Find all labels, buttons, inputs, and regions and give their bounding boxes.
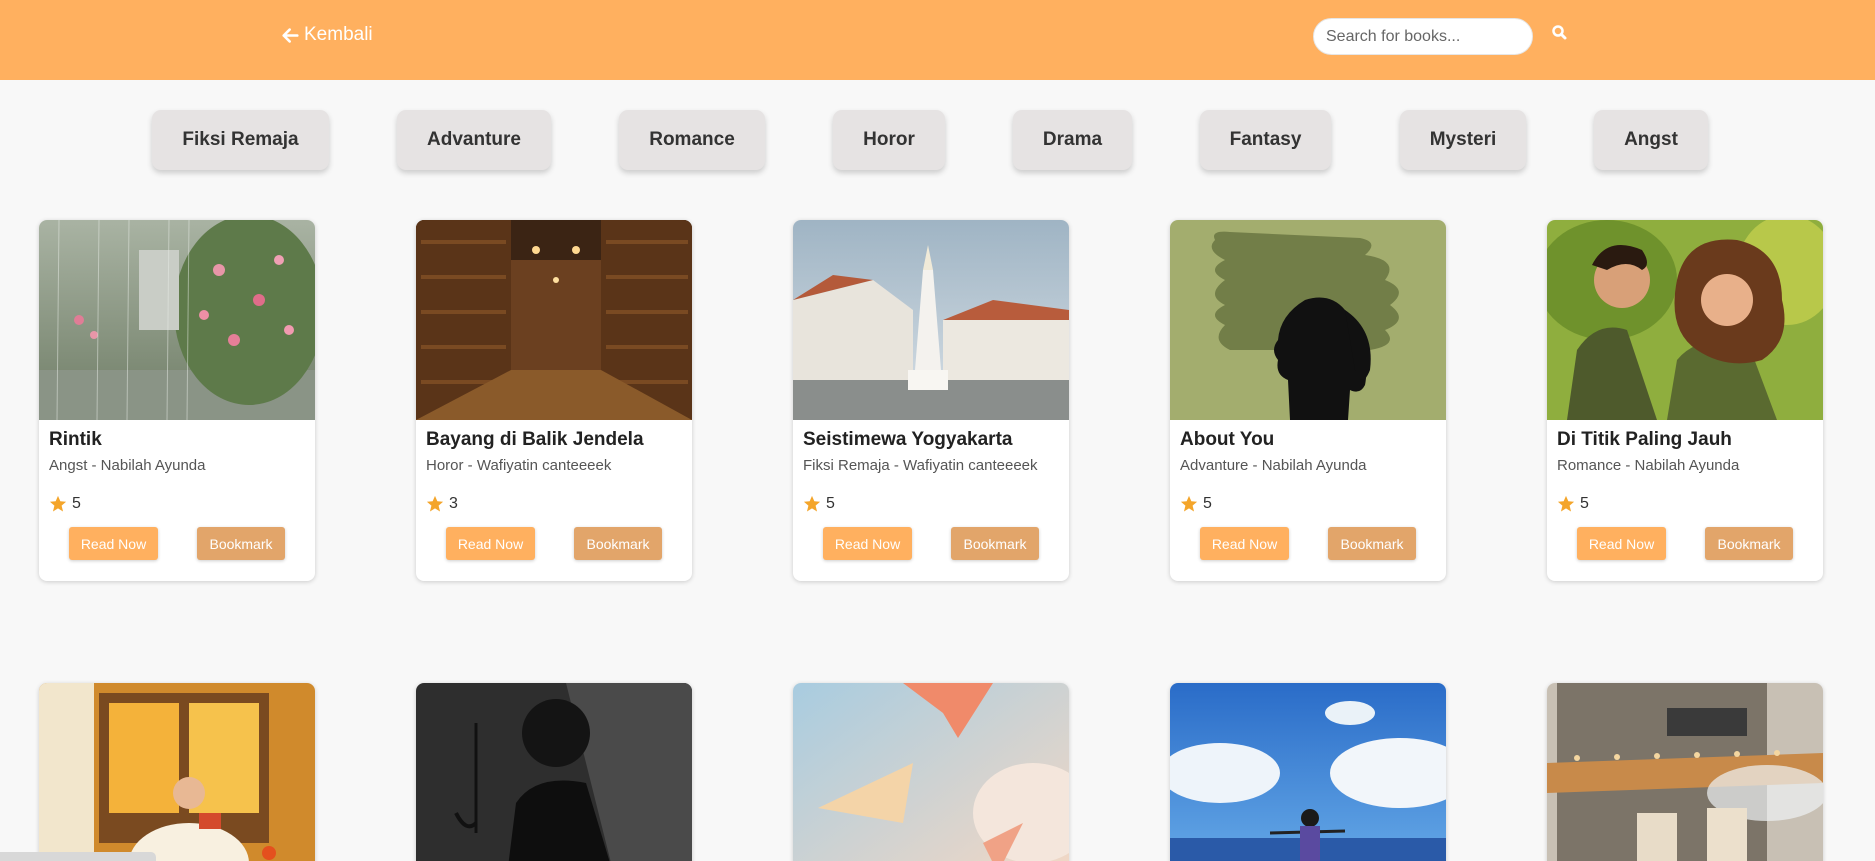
book-cover[interactable]	[416, 220, 692, 420]
rating-value: 5	[826, 495, 835, 512]
genre-chip[interactable]: Fiksi Remaja	[152, 110, 329, 170]
cover-image	[39, 220, 315, 420]
star-icon	[1180, 495, 1198, 512]
rating-value: 3	[449, 495, 458, 512]
read-now-button[interactable]: Read Now	[1200, 527, 1289, 560]
book-title: About You	[1180, 429, 1275, 450]
book-cover[interactable]	[1547, 220, 1823, 420]
genre-chip[interactable]: Horor	[833, 110, 945, 170]
book-rating: 5	[49, 495, 81, 513]
book-title: Rintik	[49, 429, 102, 450]
book-cover[interactable]	[1170, 683, 1446, 861]
genre-filter-bar: Fiksi Remaja Advanture Romance Horor Dra…	[0, 110, 1875, 170]
book-card[interactable]	[793, 683, 1069, 861]
cover-image	[1547, 683, 1823, 861]
book-meta: Advanture - Nabilah Ayunda	[1180, 457, 1367, 474]
search-input[interactable]	[1313, 18, 1533, 55]
cover-image	[416, 220, 692, 420]
cover-image	[416, 683, 692, 861]
genre-chip[interactable]: Romance	[619, 110, 765, 170]
genre-chip[interactable]: Mysteri	[1400, 110, 1526, 170]
book-card[interactable]: About You Advanture - Nabilah Ayunda 5 R…	[1170, 220, 1446, 581]
book-title: Bayang di Balik Jendela	[426, 429, 644, 450]
rating-value: 5	[1203, 495, 1212, 512]
back-link[interactable]: Kembali	[282, 24, 373, 46]
book-card[interactable]: Seistimewa Yogyakarta Fiksi Remaja - Waf…	[793, 220, 1069, 581]
cover-image	[1547, 220, 1823, 420]
rating-value: 5	[1580, 495, 1589, 512]
bookmark-button[interactable]: Bookmark	[1328, 527, 1416, 560]
book-cover[interactable]	[1170, 220, 1446, 420]
cover-image	[793, 220, 1069, 420]
search-icon	[1552, 25, 1567, 40]
star-icon	[426, 495, 444, 512]
book-cover[interactable]	[39, 683, 315, 861]
book-meta: Romance - Nabilah Ayunda	[1557, 457, 1740, 474]
book-cover[interactable]	[416, 683, 692, 861]
book-rating: 3	[426, 495, 458, 513]
book-rating: 5	[803, 495, 835, 513]
book-meta: Angst - Nabilah Ayunda	[49, 457, 206, 474]
arrow-left-icon	[282, 27, 299, 43]
book-title: Di Titik Paling Jauh	[1557, 429, 1732, 450]
star-icon	[49, 495, 67, 512]
book-card[interactable]: Rintik Angst - Nabilah Ayunda 5 Read Now…	[39, 220, 315, 581]
bookmark-button[interactable]: Bookmark	[1705, 527, 1793, 560]
genre-chip[interactable]: Angst	[1594, 110, 1708, 170]
star-icon	[803, 495, 821, 512]
book-title: Seistimewa Yogyakarta	[803, 429, 1013, 450]
read-now-button[interactable]: Read Now	[69, 527, 158, 560]
bookmark-button[interactable]: Bookmark	[197, 527, 285, 560]
book-card[interactable]: Bayang di Balik Jendela Horor - Wafiyati…	[416, 220, 692, 581]
cover-image	[1170, 220, 1446, 420]
book-meta: Fiksi Remaja - Wafiyatin canteeeek	[803, 457, 1038, 474]
genre-chip[interactable]: Drama	[1013, 110, 1132, 170]
cover-image	[39, 683, 315, 861]
book-card[interactable]: Di Titik Paling Jauh Romance - Nabilah A…	[1547, 220, 1823, 581]
book-cover[interactable]	[793, 220, 1069, 420]
cover-image	[1170, 683, 1446, 861]
read-now-button[interactable]: Read Now	[446, 527, 535, 560]
genre-chip[interactable]: Fantasy	[1200, 110, 1331, 170]
top-bar: Kembali	[0, 0, 1875, 80]
book-cover[interactable]	[1547, 683, 1823, 861]
book-cover[interactable]	[793, 683, 1069, 861]
genre-chip[interactable]: Advanture	[397, 110, 551, 170]
book-cover[interactable]	[39, 220, 315, 420]
book-card[interactable]	[39, 683, 315, 861]
cover-image	[793, 683, 1069, 861]
star-icon	[1557, 495, 1575, 512]
book-rating: 5	[1557, 495, 1589, 513]
book-card[interactable]	[1170, 683, 1446, 861]
bookmark-button[interactable]: Bookmark	[574, 527, 662, 560]
rating-value: 5	[72, 495, 81, 512]
book-card[interactable]	[1547, 683, 1823, 861]
book-card[interactable]	[416, 683, 692, 861]
book-meta: Horor - Wafiyatin canteeeek	[426, 457, 612, 474]
horizontal-scrollbar[interactable]	[0, 852, 156, 861]
book-rating: 5	[1180, 495, 1212, 513]
search-button[interactable]	[1550, 23, 1570, 43]
back-label: Kembali	[304, 24, 373, 45]
read-now-button[interactable]: Read Now	[1577, 527, 1666, 560]
read-now-button[interactable]: Read Now	[823, 527, 912, 560]
bookmark-button[interactable]: Bookmark	[951, 527, 1039, 560]
